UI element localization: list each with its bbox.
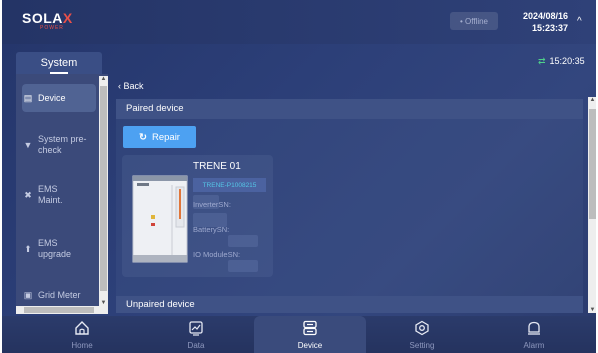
- nav-item-data[interactable]: Data: [140, 316, 252, 353]
- sidebar-item-ems-upgrade[interactable]: ⬆ EMS upgrade: [22, 234, 96, 264]
- upgrade-icon: ⬆: [24, 243, 32, 254]
- chevron-up-icon[interactable]: ^: [577, 16, 582, 27]
- setting-icon: [415, 320, 429, 336]
- top-bar: [2, 0, 596, 44]
- sidebar-item-grid-meter[interactable]: ▣ Grid Meter: [22, 286, 96, 304]
- date-text: 2024/08/16: [522, 11, 568, 21]
- nav-label: Alarm: [523, 341, 545, 350]
- nav-item-alarm[interactable]: Alarm: [478, 316, 590, 353]
- battery-cabinet-image: [132, 175, 188, 263]
- nav-label: Home: [71, 341, 93, 350]
- unpaired-device-header[interactable]: Unpaired device: [116, 296, 583, 313]
- inverter-sn-label: InverterSN:: [193, 200, 231, 209]
- sidebar-item-device[interactable]: ▤ Device: [22, 84, 96, 112]
- repair-label: Repair: [151, 131, 180, 143]
- battery-sn-label: BatterySN:: [193, 225, 230, 234]
- sidebar-item-label: Grid Meter: [38, 290, 81, 300]
- alarm-icon: [528, 321, 540, 335]
- scroll-down-arrow-icon[interactable]: ▼: [588, 307, 596, 313]
- nav-item-home[interactable]: Home: [26, 316, 138, 353]
- back-link[interactable]: ‹ Back: [118, 81, 144, 91]
- sidebar-item-ems-maint[interactable]: ✖ EMS Maint.: [22, 180, 96, 210]
- sidebar-horizontal-scrollbar[interactable]: [16, 306, 108, 314]
- sidebar-item-system-pre-check[interactable]: ▼ System pre-check: [22, 130, 96, 160]
- sync-time: 15:20:35: [549, 56, 585, 66]
- precheck-icon: ▼: [23, 140, 33, 150]
- sidebar-title-text: System: [40, 57, 78, 69]
- nav-item-device[interactable]: Device: [254, 316, 366, 353]
- sidebar-scrollbar[interactable]: ▲ ▼: [99, 76, 108, 306]
- sidebar-item-label: EMS upgrade: [38, 238, 72, 259]
- meter-icon: ▣: [23, 289, 33, 300]
- chart-icon: [189, 321, 203, 336]
- scroll-up-arrow-icon[interactable]: ▲: [588, 97, 596, 103]
- paired-device-header: Paired device: [116, 99, 583, 119]
- sidebar-item-label: EMS Maint.: [38, 184, 63, 205]
- refresh-icon: ⇄: [538, 56, 546, 66]
- device-name: TRENE 01: [193, 161, 241, 172]
- datetime-display: 2024/08/16 15:23:37: [508, 10, 568, 34]
- device-stack-icon: [303, 320, 317, 336]
- sidebar-item-label: System pre-check: [38, 134, 87, 155]
- io-module-sn-label: IO ModuleSN:: [193, 250, 241, 259]
- placeholder-block: [228, 235, 258, 247]
- repair-button[interactable]: ↻ Repair: [123, 126, 196, 148]
- back-label: Back: [123, 81, 144, 91]
- device-icon: ▤: [23, 92, 33, 103]
- sidebar-title: System: [16, 52, 102, 74]
- nav-label: Device: [297, 341, 323, 350]
- logo-text: SOLA: [22, 10, 63, 26]
- time-text: 15:23:37: [531, 23, 568, 33]
- placeholder-block: [228, 260, 258, 272]
- solax-logo: SOLAX: [22, 10, 73, 26]
- horizontal-scroll-thumb[interactable]: [24, 307, 94, 313]
- refresh-icon: ↻: [139, 131, 147, 143]
- nav-label: Setting: [409, 341, 435, 350]
- sidebar: ▤ Device ▼ System pre-check ✖ EMS Maint.…: [16, 74, 108, 308]
- scroll-up-arrow-icon[interactable]: ▲: [99, 76, 108, 82]
- sync-status[interactable]: ⇄ 15:20:35: [538, 56, 585, 67]
- home-icon: [75, 321, 89, 335]
- app-window: SOLAX POWER • Offline 2024/08/16 15:23:3…: [2, 0, 596, 353]
- wrench-icon: ✖: [24, 189, 32, 200]
- content-scrollbar[interactable]: ▲ ▼: [588, 97, 596, 313]
- nav-label: Data: [187, 341, 205, 350]
- device-sn-badge: TRENE-P1008215: [193, 178, 266, 192]
- sidebar-scroll-thumb[interactable]: [100, 86, 107, 291]
- logo-x: X: [62, 10, 73, 26]
- content-scroll-thumb[interactable]: [589, 109, 596, 219]
- sidebar-item-label: Device: [38, 93, 66, 103]
- logo-subtext: POWER: [40, 25, 64, 31]
- nav-item-setting[interactable]: Setting: [366, 316, 478, 353]
- connection-status-badge: • Offline: [450, 12, 498, 30]
